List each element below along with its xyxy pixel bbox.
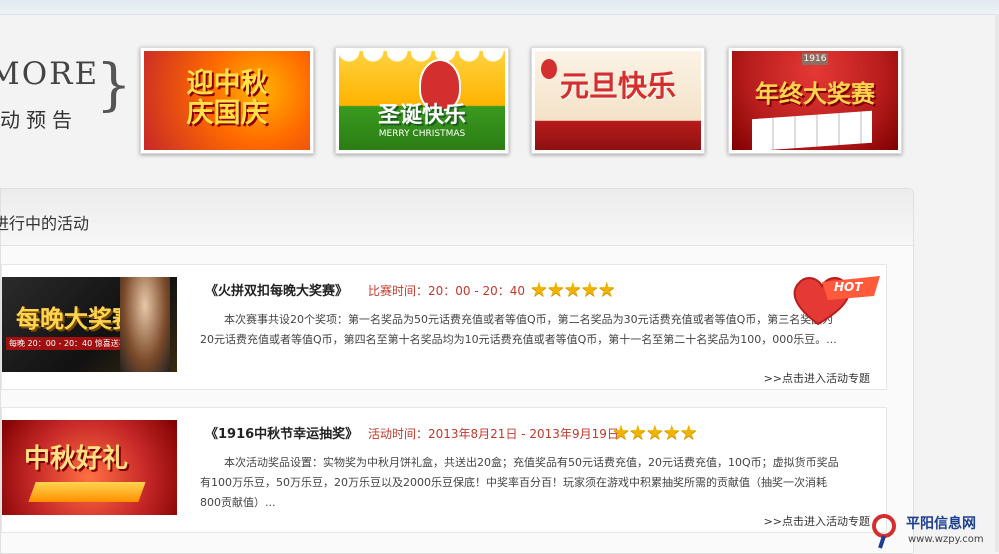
rating-stars: ★★★★★	[612, 420, 698, 444]
activity-panel: 进行中的活动 每晚大奖赛 每晚 20：00 - 20：40 惊喜送不停 《火拼双…	[0, 188, 914, 554]
logo-mark-icon	[872, 514, 896, 549]
thumb-year-end[interactable]: 1916 年终大奖赛	[728, 47, 902, 154]
site-logo[interactable]: 平阳信息网 www.wzpy.com	[870, 512, 999, 552]
page-right-edge	[995, 14, 999, 552]
hot-badge-icon: HOT	[788, 266, 884, 330]
activity-title[interactable]: 《火拼双扣每晚大奖赛》	[205, 280, 348, 299]
christmas-banner-icon: 圣诞快乐 MERRY CHRISTMAS	[339, 51, 505, 150]
thumb-new-year-text: 元旦快乐	[559, 69, 676, 103]
preview-label: 动预告	[0, 108, 78, 132]
panel-header: 进行中的活动	[0, 189, 913, 246]
thumb-year-end-text: 年终大奖赛	[755, 80, 875, 108]
brace-decoration: }	[96, 53, 132, 118]
thumb-christmas-text: 圣诞快乐	[377, 103, 466, 128]
logo-url: www.wzpy.com	[908, 534, 984, 545]
activity-time: 比赛时间：20：00 - 20：40	[368, 284, 526, 298]
logo-name: 平阳信息网	[906, 516, 976, 532]
activity-card: 中秋好礼 《1916中秋节幸运抽奖》 活动时间：2013年8月21日 - 201…	[1, 407, 887, 533]
enter-activity-link[interactable]: >>点击进入活动专题	[764, 513, 870, 529]
gold-ribbon-icon	[28, 482, 146, 502]
thumb-christmas[interactable]: 圣诞快乐 MERRY CHRISTMAS	[335, 47, 509, 154]
thumb-mid-autumn[interactable]: 迎中秋 庆国庆	[140, 47, 314, 154]
woman-figure-icon	[120, 277, 170, 372]
thumb-new-year[interactable]: 元旦快乐	[531, 47, 705, 154]
thumb-mid-autumn-text: 迎中秋 庆国庆	[186, 68, 268, 129]
enter-activity-link[interactable]: >>点击进入活动专题	[764, 370, 870, 386]
activity-banner-subtext: 每晚 20：00 - 20：40 惊喜送不停	[6, 337, 138, 350]
activity-time: 活动时间：2013年8月21日 - 2013年9月19日	[368, 427, 619, 441]
new-year-banner-icon: 元旦快乐	[535, 51, 701, 150]
activity-banner-image[interactable]: 每晚大奖赛 每晚 20：00 - 20：40 惊喜送不停	[2, 277, 177, 372]
activity-title[interactable]: 《1916中秋节幸运抽奖》	[205, 423, 358, 442]
more-label[interactable]: MORE	[0, 56, 99, 92]
cards-icon	[752, 110, 872, 150]
thumb-year-end-badge: 1916	[802, 53, 828, 65]
activity-banner-text: 每晚大奖赛	[16, 305, 136, 333]
browser-top-strip	[0, 0, 999, 15]
activity-banner-text: 中秋好礼	[24, 444, 129, 474]
section-title: 进行中的活动	[0, 214, 90, 233]
hot-badge-text: HOT	[834, 280, 863, 294]
activity-banner-image[interactable]: 中秋好礼	[2, 420, 177, 515]
activity-card: 每晚大奖赛 每晚 20：00 - 20：40 惊喜送不停 《火拼双扣每晚大奖赛》…	[1, 264, 887, 390]
rating-stars: ★★★★★	[530, 277, 616, 301]
activity-description: 本次赛事共设20个奖项：第一名奖品为50元话费充值或者等值Q币，第二名奖品为30…	[200, 313, 837, 346]
year-end-banner-icon: 1916 年终大奖赛	[732, 51, 898, 150]
mid-autumn-banner-icon: 迎中秋 庆国庆	[144, 51, 310, 150]
activity-description: 本次活动奖品设置：实物奖为中秋月饼礼盒，共送出20盒；充值奖品有50元话费充值，…	[200, 456, 839, 509]
thumb-christmas-subtext: MERRY CHRISTMAS	[378, 129, 466, 139]
